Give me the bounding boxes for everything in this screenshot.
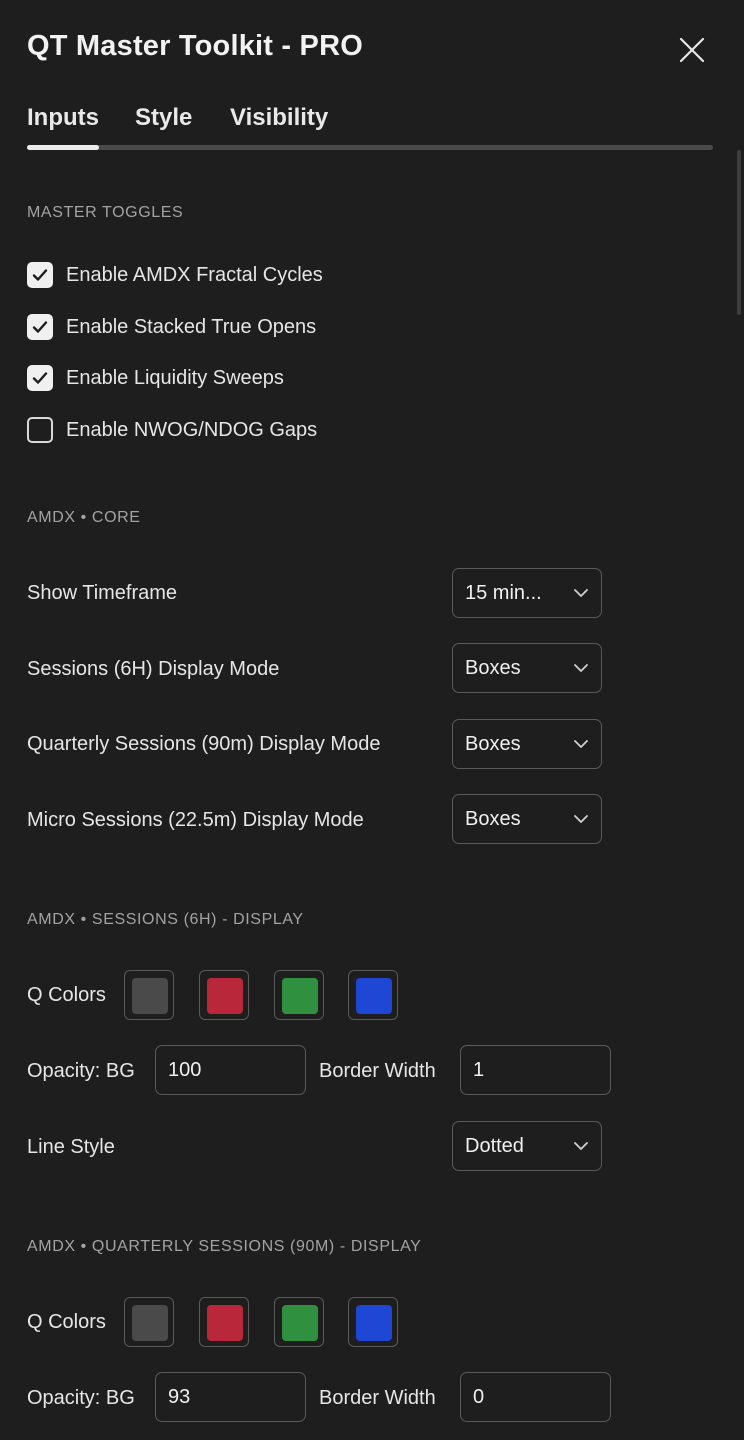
swatch-fill — [356, 1305, 392, 1341]
checkmark-icon — [32, 269, 48, 281]
select-value: Boxes — [465, 807, 521, 830]
swatch-fill — [356, 978, 392, 1014]
chevron-down-icon — [574, 1142, 588, 1150]
checkbox-checked[interactable] — [27, 262, 53, 288]
select-value: 15 min... — [465, 581, 542, 604]
checkbox-checked[interactable] — [27, 314, 53, 340]
border-width-label: Border Width — [319, 1060, 436, 1082]
section-heading-amdx-core: AMDX • CORE — [27, 509, 141, 526]
toggle-amdx-fractal-cycles[interactable]: Enable AMDX Fractal Cycles — [27, 261, 323, 289]
tab-track — [27, 145, 713, 150]
border-width-label: Border Width — [319, 1387, 436, 1409]
color-swatch-q3[interactable] — [274, 1297, 324, 1347]
chevron-down-icon — [574, 664, 588, 672]
tab-visibility[interactable]: Visibility — [230, 104, 328, 132]
checkbox-unchecked[interactable] — [27, 417, 53, 443]
select-value: Dotted — [465, 1134, 524, 1157]
select-value: Boxes — [465, 732, 521, 755]
checkbox-checked[interactable] — [27, 365, 53, 391]
dialog-title: QT Master Toolkit - PRO — [27, 30, 363, 62]
swatch-fill — [207, 978, 243, 1014]
checkmark-icon — [32, 372, 48, 384]
swatch-fill — [132, 978, 168, 1014]
border-width-input[interactable]: 0 — [460, 1372, 611, 1422]
close-icon — [679, 37, 705, 63]
close-button[interactable] — [676, 34, 708, 66]
toggle-liquidity-sweeps[interactable]: Enable Liquidity Sweeps — [27, 364, 284, 392]
sessions-display-mode-label: Sessions (6H) Display Mode — [27, 658, 280, 680]
color-swatch-q1[interactable] — [124, 1297, 174, 1347]
section-heading-master-toggles: MASTER TOGGLES — [27, 204, 184, 221]
swatch-fill — [282, 1305, 318, 1341]
section-heading-quarterly-display: AMDX • QUARTERLY SESSIONS (90M) - DISPLA… — [27, 1238, 422, 1255]
show-timeframe-label: Show Timeframe — [27, 582, 178, 604]
swatch-fill — [282, 978, 318, 1014]
opacity-bg-label: Opacity: BG — [27, 1060, 135, 1082]
active-tab-indicator — [27, 145, 99, 150]
checkmark-icon — [32, 321, 48, 333]
color-swatch-q1[interactable] — [124, 970, 174, 1020]
color-swatch-q4[interactable] — [348, 1297, 398, 1347]
toggle-label: Enable NWOG/NDOG Gaps — [66, 418, 318, 441]
q-colors-label: Q Colors — [27, 1311, 106, 1333]
line-style-label: Line Style — [27, 1136, 115, 1158]
chevron-down-icon — [574, 815, 588, 823]
opacity-bg-label: Opacity: BG — [27, 1387, 135, 1409]
toggle-label: Enable AMDX Fractal Cycles — [66, 263, 323, 286]
show-timeframe-select[interactable]: 15 min... — [452, 568, 602, 618]
toggle-label: Enable Liquidity Sweeps — [66, 366, 284, 389]
q-colors-label: Q Colors — [27, 984, 106, 1006]
color-swatch-q2[interactable] — [199, 970, 249, 1020]
tab-style[interactable]: Style — [135, 104, 192, 132]
toggle-label: Enable Stacked True Opens — [66, 315, 317, 338]
swatch-fill — [207, 1305, 243, 1341]
scrollbar-thumb[interactable] — [737, 150, 741, 315]
section-heading-sessions-display: AMDX • SESSIONS (6H) - DISPLAY — [27, 911, 304, 928]
opacity-bg-input[interactable]: 100 — [155, 1045, 306, 1095]
color-swatch-q4[interactable] — [348, 970, 398, 1020]
color-swatch-q2[interactable] — [199, 1297, 249, 1347]
toggle-nwog-ndog-gaps[interactable]: Enable NWOG/NDOG Gaps — [27, 416, 317, 444]
micro-display-mode-select[interactable]: Boxes — [452, 794, 602, 844]
quarterly-display-mode-select[interactable]: Boxes — [452, 719, 602, 769]
swatch-fill — [132, 1305, 168, 1341]
chevron-down-icon — [574, 589, 588, 597]
micro-display-mode-label: Micro Sessions (22.5m) Display Mode — [27, 809, 364, 831]
line-style-select[interactable]: Dotted — [452, 1121, 602, 1171]
border-width-input[interactable]: 1 — [460, 1045, 611, 1095]
toggle-stacked-true-opens[interactable]: Enable Stacked True Opens — [27, 313, 316, 341]
quarterly-display-mode-label: Quarterly Sessions (90m) Display Mode — [27, 733, 381, 755]
chevron-down-icon — [574, 740, 588, 748]
sessions-display-mode-select[interactable]: Boxes — [452, 643, 602, 693]
opacity-bg-input[interactable]: 93 — [155, 1372, 306, 1422]
color-swatch-q3[interactable] — [274, 970, 324, 1020]
tab-bar: Inputs Style Visibility — [27, 104, 713, 152]
select-value: Boxes — [465, 656, 521, 679]
tab-inputs[interactable]: Inputs — [27, 104, 99, 132]
